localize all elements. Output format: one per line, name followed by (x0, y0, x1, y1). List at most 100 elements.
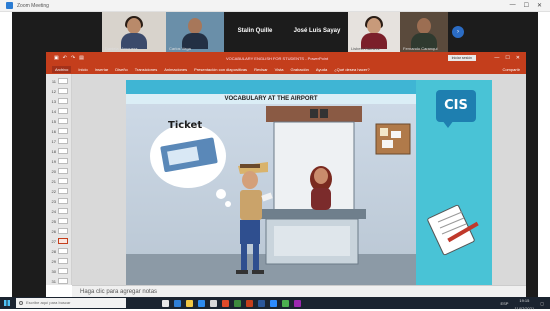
participant-tile[interactable]: Lisbeth Ramirez (348, 12, 400, 52)
close-icon[interactable]: ✕ (537, 2, 542, 9)
participant-name: Fernando Caranqui (403, 46, 438, 51)
slide-thumbnail[interactable]: 18 (48, 147, 70, 155)
ribbon-tab[interactable]: Ayuda (316, 67, 327, 72)
slide-thumbnail-image (58, 188, 68, 194)
shared-powerpoint-window: ▣ ↶ ↷ ▤ VOCABULARY ENGLISH FOR STUDENTS … (46, 52, 526, 297)
slide-thumbnail[interactable]: 28 (48, 247, 70, 255)
search-icon (19, 301, 23, 305)
slide-thumbnail[interactable]: 22 (48, 187, 70, 195)
notifications-icon[interactable]: ▢ (540, 301, 544, 306)
taskbar-search-input[interactable]: Escribe aquí para buscar (16, 298, 126, 308)
notes-pane[interactable]: Haga clic para agregar notas (72, 285, 526, 297)
language-indicator[interactable]: ESP (500, 301, 508, 306)
slide-number: 30 (51, 268, 56, 274)
office-icon[interactable] (222, 299, 229, 307)
slide-thumbnail[interactable]: 30 (48, 267, 70, 275)
participant-name: Lisbeth Ramirez (351, 46, 380, 51)
participant-tile[interactable]: Carlos Vega (166, 12, 224, 52)
participant-tile[interactable]: Fernando Caranqui (400, 12, 448, 52)
slide-thumbnail[interactable]: 24 (48, 207, 70, 215)
slide-thumbnail[interactable]: 17 (48, 137, 70, 145)
undo-icon[interactable]: ↶ (63, 55, 67, 61)
slide-thumbnail[interactable]: 20 (48, 167, 70, 175)
mail-icon[interactable] (210, 299, 217, 307)
ribbon-tab[interactable]: Inicio (78, 67, 87, 72)
slide-thumbnail[interactable]: 31 (48, 277, 70, 285)
zoom-app-icon (6, 2, 13, 9)
slide-thumbnail[interactable]: 16 (48, 127, 70, 135)
minimize-icon[interactable]: — (510, 2, 516, 9)
participant-tile[interactable]: Stalin Quille (224, 12, 286, 52)
word-icon[interactable] (258, 299, 265, 307)
slide-number: 16 (51, 128, 56, 134)
slide-thumbnail[interactable]: 26 (48, 227, 70, 235)
maximize-icon[interactable]: ☐ (524, 2, 529, 9)
slide-number: 15 (51, 118, 56, 124)
windows-start-icon[interactable] (0, 297, 14, 309)
slide-number: 11 (51, 78, 56, 84)
slide-thumbnail[interactable]: 15 (48, 117, 70, 125)
slide-thumbnail-image (58, 268, 68, 274)
slide-thumbnail[interactable]: 14 (48, 107, 70, 115)
slide-thumbnail[interactable]: 19 (48, 157, 70, 165)
ribbon-tab[interactable]: Vista (275, 67, 284, 72)
redo-icon[interactable]: ↷ (71, 55, 75, 61)
tell-me-search[interactable]: ¿Qué desea hacer? (334, 67, 369, 72)
participant-face (367, 18, 381, 34)
ribbon-tab[interactable]: Archivo (52, 65, 72, 73)
edge-icon[interactable] (174, 299, 181, 307)
airport-ticket-illustration: Ticket (126, 104, 416, 285)
participant-tile[interactable]: José Luis Sayay (286, 12, 348, 52)
ribbon-tab[interactable]: Presentación con diapositivas (194, 67, 247, 72)
chrome-icon[interactable] (282, 299, 289, 307)
slide-thumbnail-image (58, 248, 68, 254)
zoom-icon[interactable] (270, 299, 277, 307)
ppt-document-title: VOCABULARY ENGLISH FOR STUDENTS - PowerP… (226, 55, 329, 61)
slide-thumbnail-image (58, 98, 68, 104)
slide-number: 31 (51, 278, 56, 284)
ribbon-tab[interactable]: Insertar (95, 67, 109, 72)
present-icon[interactable]: ▤ (79, 55, 84, 61)
store-icon[interactable] (198, 299, 205, 307)
file-explorer-icon[interactable] (186, 299, 193, 307)
teams-icon[interactable] (294, 299, 301, 307)
ribbon-tab[interactable]: Diseño (115, 67, 127, 72)
slide-number: 29 (51, 258, 56, 264)
ribbon-tab[interactable]: Animaciones (164, 67, 187, 72)
save-icon[interactable]: ▣ (54, 55, 59, 61)
slide-number: 23 (51, 198, 56, 204)
slide-thumbnail-image (58, 108, 68, 114)
slide-thumbnail[interactable]: 23 (48, 197, 70, 205)
ribbon-tab[interactable]: Grabación (290, 67, 308, 72)
ppt-maximize-icon[interactable]: ☐ (505, 55, 509, 61)
clock-time: 19:15 (519, 298, 530, 303)
slide-thumbnail[interactable]: 27 (48, 237, 70, 245)
task-view-icon[interactable] (162, 299, 169, 307)
slide-thumbnail[interactable]: 25 (48, 217, 70, 225)
participant-face (188, 18, 202, 34)
participant-face (417, 18, 431, 34)
slide-thumbnail[interactable]: 21 (48, 177, 70, 185)
powerpoint-icon[interactable] (246, 299, 253, 307)
next-participants-button[interactable]: › (452, 26, 464, 38)
cis-logo-tail (442, 120, 454, 128)
sign-in-button[interactable]: Iniciar sesión (447, 55, 476, 61)
slide-number: 20 (51, 168, 56, 174)
slide-thumbnail[interactable]: 12 (48, 87, 70, 95)
meeting-area: Daniela Mosquera Carlos Vega Stalin Quil… (12, 12, 538, 297)
participant-tile[interactable]: Daniela Mosquera (102, 12, 166, 52)
slide-thumbnail-image (58, 258, 68, 264)
excel-icon[interactable] (234, 299, 241, 307)
ribbon-tab[interactable]: Transiciones (135, 67, 158, 72)
slide-number: 17 (51, 138, 56, 144)
slide-thumbnail-image (58, 128, 68, 134)
ppt-close-icon[interactable]: ✕ (516, 55, 520, 61)
ribbon-tab[interactable]: Revisar (254, 67, 268, 72)
share-button[interactable]: Compartir (502, 67, 520, 72)
ppt-minimize-icon[interactable]: — (494, 55, 499, 61)
slide-thumbnail[interactable]: 29 (48, 257, 70, 265)
slide-thumbnail[interactable]: 11 (48, 77, 70, 85)
slide-thumbnail[interactable]: 13 (48, 97, 70, 105)
slide-number: 19 (51, 158, 56, 164)
participant-name: Daniela Mosquera (105, 46, 138, 51)
